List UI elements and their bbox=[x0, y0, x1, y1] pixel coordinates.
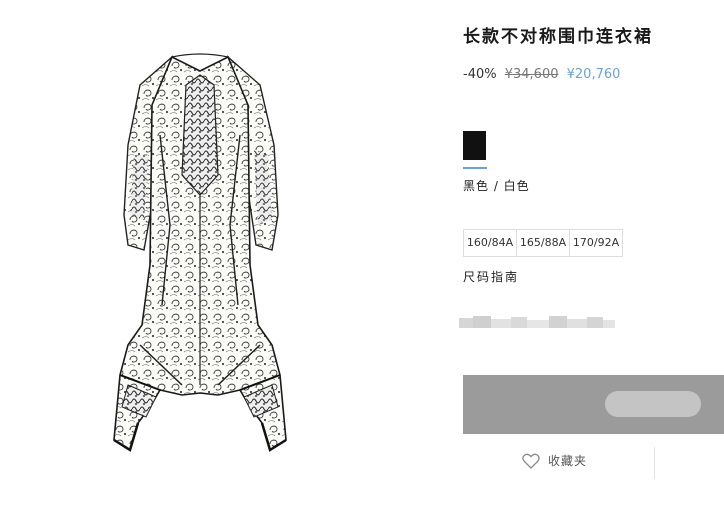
sale-price: ¥20,760 bbox=[566, 67, 621, 82]
size-option[interactable]: 165/88A bbox=[516, 230, 569, 256]
size-option[interactable]: 160/84A bbox=[464, 230, 516, 256]
dress-illustration bbox=[113, 53, 287, 452]
size-option[interactable]: 170/92A bbox=[569, 230, 622, 256]
product-info-panel: 长款不对称围巾连衣裙 -40% ¥34,600 ¥20,760 黑色 / 白色 … bbox=[459, 0, 724, 514]
favorite-button[interactable]: 收藏夹 bbox=[522, 452, 587, 469]
heart-icon bbox=[522, 453, 540, 469]
add-to-cart-button[interactable] bbox=[463, 375, 724, 434]
blurred-button-label bbox=[605, 391, 701, 417]
blurred-text-block bbox=[459, 316, 615, 328]
size-selector: 160/84A 165/88A 170/92A bbox=[463, 229, 623, 257]
discount-badge: -40% bbox=[463, 67, 497, 82]
price-row: -40% ¥34,600 ¥20,760 bbox=[463, 67, 620, 82]
product-image bbox=[100, 45, 300, 475]
favorite-label: 收藏夹 bbox=[548, 454, 588, 468]
color-swatch-black[interactable] bbox=[463, 131, 486, 160]
swatch-selected-indicator bbox=[463, 167, 487, 169]
size-guide-link[interactable]: 尺码指南 bbox=[463, 268, 519, 285]
divider bbox=[654, 447, 655, 479]
color-name: 黑色 / 白色 bbox=[463, 179, 530, 193]
original-price: ¥34,600 bbox=[504, 67, 559, 82]
product-title: 长款不对称围巾连衣裙 bbox=[463, 27, 653, 47]
